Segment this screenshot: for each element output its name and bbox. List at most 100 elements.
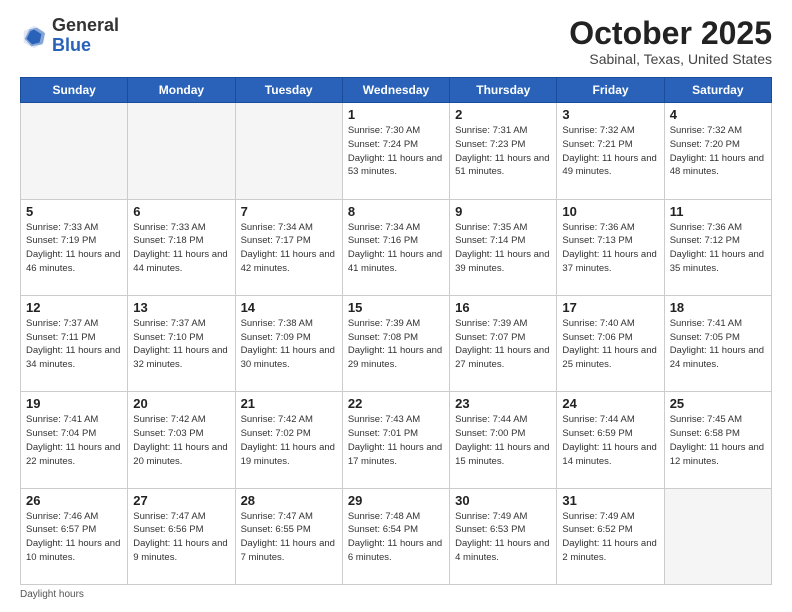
day-info: Sunrise: 7:33 AM Sunset: 7:18 PM Dayligh…: [133, 221, 229, 276]
daylight-hours-label: Daylight hours: [20, 589, 84, 600]
day-info: Sunrise: 7:48 AM Sunset: 6:54 PM Dayligh…: [348, 510, 444, 565]
day-info: Sunrise: 7:46 AM Sunset: 6:57 PM Dayligh…: [26, 510, 122, 565]
calendar-cell: [128, 103, 235, 199]
day-info: Sunrise: 7:47 AM Sunset: 6:55 PM Dayligh…: [241, 510, 337, 565]
day-number: 28: [241, 493, 337, 508]
day-number: 27: [133, 493, 229, 508]
day-number: 10: [562, 204, 658, 219]
calendar-cell: 16Sunrise: 7:39 AM Sunset: 7:07 PM Dayli…: [450, 295, 557, 391]
logo-blue: Blue: [52, 35, 91, 55]
day-info: Sunrise: 7:42 AM Sunset: 7:03 PM Dayligh…: [133, 413, 229, 468]
calendar-cell: 4 Sunrise: 7:32 AM Sunset: 7:20 PM Daylig…: [664, 103, 771, 199]
day-number: 30: [455, 493, 551, 508]
day-number: 12: [26, 300, 122, 315]
day-header-monday: Monday: [128, 78, 235, 103]
day-number: 18: [670, 300, 766, 315]
calendar-cell: 13 Sunrise: 7:37 AM Sunset: 7:10 PM Dayli…: [128, 295, 235, 391]
day-info: Sunrise: 7:34 AM Sunset: 7:16 PM Dayligh…: [348, 221, 444, 276]
day-number: 4: [670, 107, 766, 122]
day-number: 25: [670, 396, 766, 411]
logo-general: General: [52, 15, 119, 35]
calendar-header-row: SundayMondayTuesdayWednesdayThursdayFrid…: [21, 78, 772, 103]
footer-note: Daylight hours: [20, 589, 772, 600]
day-number: 20: [133, 396, 229, 411]
calendar-cell: [235, 103, 342, 199]
day-number: 19: [26, 396, 122, 411]
calendar-cell: [21, 103, 128, 199]
day-number: 9: [455, 204, 551, 219]
day-number: 13: [133, 300, 229, 315]
calendar-cell: 8 Sunrise: 7:34 AM Sunset: 7:16 PM Daylig…: [342, 199, 449, 295]
day-info: Sunrise: 7:30 AM Sunset: 7:24 PM Dayligh…: [348, 124, 444, 179]
day-number: 31: [562, 493, 658, 508]
day-number: 24: [562, 396, 658, 411]
day-info: Sunrise: 7:38 AM Sunset: 7:09 PM Dayligh…: [241, 317, 337, 372]
day-number: 21: [241, 396, 337, 411]
day-number: 26: [26, 493, 122, 508]
day-number: 2: [455, 107, 551, 122]
calendar-cell: 27 Sunrise: 7:47 AM Sunset: 6:56 PM Dayli…: [128, 488, 235, 584]
day-info: Sunrise: 7:39 AM Sunset: 7:08 PM Dayligh…: [348, 317, 444, 372]
day-info: Sunrise: 7:36 AM Sunset: 7:12 PM Dayligh…: [670, 221, 766, 276]
calendar-cell: 28 Sunrise: 7:47 AM Sunset: 6:55 PM Dayli…: [235, 488, 342, 584]
day-info: Sunrise: 7:47 AM Sunset: 6:56 PM Dayligh…: [133, 510, 229, 565]
day-info: Sunrise: 7:37 AM Sunset: 7:10 PM Dayligh…: [133, 317, 229, 372]
calendar-cell: 29 Sunrise: 7:48 AM Sunset: 6:54 PM Dayli…: [342, 488, 449, 584]
calendar-cell: 18Sunrise: 7:41 AM Sunset: 7:05 PM Dayli…: [664, 295, 771, 391]
calendar-week-2: 5Sunrise: 7:33 AM Sunset: 7:19 PM Daylig…: [21, 199, 772, 295]
calendar-cell: 2 Sunrise: 7:31 AM Sunset: 7:23 PM Daylig…: [450, 103, 557, 199]
calendar-week-1: 1 Sunrise: 7:30 AM Sunset: 7:24 PM Daylig…: [21, 103, 772, 199]
day-number: 17: [562, 300, 658, 315]
calendar-cell: 9 Sunrise: 7:35 AM Sunset: 7:14 PM Daylig…: [450, 199, 557, 295]
calendar-week-3: 12 Sunrise: 7:37 AM Sunset: 7:11 PM Dayli…: [21, 295, 772, 391]
header: General Blue October 2025 Sabinal, Texas…: [20, 16, 772, 67]
day-info: Sunrise: 7:41 AM Sunset: 7:04 PM Dayligh…: [26, 413, 122, 468]
logo: General Blue: [20, 16, 119, 56]
day-number: 8: [348, 204, 444, 219]
calendar-cell: 19 Sunrise: 7:41 AM Sunset: 7:04 PM Dayli…: [21, 392, 128, 488]
month-title: October 2025: [569, 16, 772, 51]
day-info: Sunrise: 7:31 AM Sunset: 7:23 PM Dayligh…: [455, 124, 551, 179]
day-number: 15: [348, 300, 444, 315]
calendar-cell: 14Sunrise: 7:38 AM Sunset: 7:09 PM Dayli…: [235, 295, 342, 391]
calendar-table: SundayMondayTuesdayWednesdayThursdayFrid…: [20, 77, 772, 585]
day-info: Sunrise: 7:36 AM Sunset: 7:13 PM Dayligh…: [562, 221, 658, 276]
logo-text: General Blue: [52, 16, 119, 56]
calendar-cell: 26 Sunrise: 7:46 AM Sunset: 6:57 PM Dayli…: [21, 488, 128, 584]
day-number: 16: [455, 300, 551, 315]
day-number: 6: [133, 204, 229, 219]
calendar-cell: 1 Sunrise: 7:30 AM Sunset: 7:24 PM Daylig…: [342, 103, 449, 199]
calendar-week-5: 26 Sunrise: 7:46 AM Sunset: 6:57 PM Dayli…: [21, 488, 772, 584]
calendar-cell: 24Sunrise: 7:44 AM Sunset: 6:59 PM Dayli…: [557, 392, 664, 488]
day-header-friday: Friday: [557, 78, 664, 103]
calendar-cell: 12 Sunrise: 7:37 AM Sunset: 7:11 PM Dayli…: [21, 295, 128, 391]
calendar-cell: 20 Sunrise: 7:42 AM Sunset: 7:03 PM Dayli…: [128, 392, 235, 488]
day-number: 29: [348, 493, 444, 508]
day-info: Sunrise: 7:32 AM Sunset: 7:20 PM Dayligh…: [670, 124, 766, 179]
day-info: Sunrise: 7:35 AM Sunset: 7:14 PM Dayligh…: [455, 221, 551, 276]
calendar-cell: 23Sunrise: 7:44 AM Sunset: 7:00 PM Dayli…: [450, 392, 557, 488]
page: General Blue October 2025 Sabinal, Texas…: [0, 0, 792, 612]
calendar-cell: 3Sunrise: 7:32 AM Sunset: 7:21 PM Daylig…: [557, 103, 664, 199]
day-info: Sunrise: 7:33 AM Sunset: 7:19 PM Dayligh…: [26, 221, 122, 276]
day-number: 3: [562, 107, 658, 122]
day-header-thursday: Thursday: [450, 78, 557, 103]
day-header-sunday: Sunday: [21, 78, 128, 103]
calendar-week-4: 19 Sunrise: 7:41 AM Sunset: 7:04 PM Dayli…: [21, 392, 772, 488]
day-number: 1: [348, 107, 444, 122]
calendar-cell: 21 Sunrise: 7:42 AM Sunset: 7:02 PM Dayli…: [235, 392, 342, 488]
calendar-cell: 17 Sunrise: 7:40 AM Sunset: 7:06 PM Dayli…: [557, 295, 664, 391]
day-info: Sunrise: 7:40 AM Sunset: 7:06 PM Dayligh…: [562, 317, 658, 372]
calendar-cell: 30Sunrise: 7:49 AM Sunset: 6:53 PM Dayli…: [450, 488, 557, 584]
calendar-cell: 15 Sunrise: 7:39 AM Sunset: 7:08 PM Dayli…: [342, 295, 449, 391]
day-info: Sunrise: 7:37 AM Sunset: 7:11 PM Dayligh…: [26, 317, 122, 372]
calendar-cell: 6 Sunrise: 7:33 AM Sunset: 7:18 PM Daylig…: [128, 199, 235, 295]
day-info: Sunrise: 7:42 AM Sunset: 7:02 PM Dayligh…: [241, 413, 337, 468]
calendar-cell: 10 Sunrise: 7:36 AM Sunset: 7:13 PM Dayli…: [557, 199, 664, 295]
day-info: Sunrise: 7:49 AM Sunset: 6:52 PM Dayligh…: [562, 510, 658, 565]
calendar-cell: 22 Sunrise: 7:43 AM Sunset: 7:01 PM Dayli…: [342, 392, 449, 488]
day-number: 22: [348, 396, 444, 411]
calendar-cell: 25Sunrise: 7:45 AM Sunset: 6:58 PM Dayli…: [664, 392, 771, 488]
day-header-tuesday: Tuesday: [235, 78, 342, 103]
day-info: Sunrise: 7:43 AM Sunset: 7:01 PM Dayligh…: [348, 413, 444, 468]
